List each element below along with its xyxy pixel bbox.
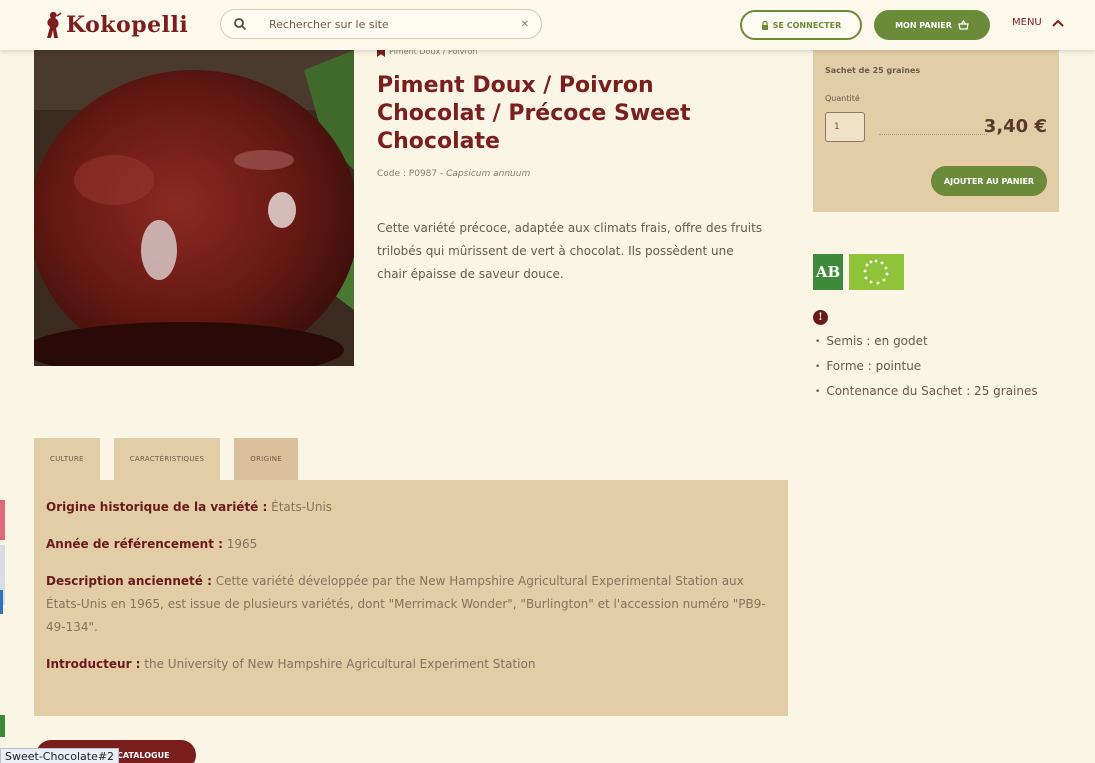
latin-name: Capsicum annuum bbox=[446, 169, 531, 179]
cart-button[interactable]: MON PANIER bbox=[874, 10, 990, 40]
tab-culture[interactable]: CULTURE bbox=[34, 438, 100, 480]
login-button-label: SE CONNECTER bbox=[772, 20, 842, 30]
eu-leaf-icon bbox=[863, 259, 889, 285]
logo[interactable]: Kokopelli bbox=[44, 8, 188, 42]
status-bar-url: Sweet-Chocolate#2 bbox=[0, 748, 120, 763]
quantity-input[interactable] bbox=[825, 112, 865, 142]
product-image[interactable] bbox=[34, 50, 354, 366]
origin-tab-panel: Origine historique de la variété : États… bbox=[34, 480, 788, 716]
tab-caracteristiques[interactable]: CARACTÉRISTIQUES bbox=[113, 438, 221, 480]
origin-row: Description ancienneté : Cette variété d… bbox=[46, 570, 776, 639]
lock-icon bbox=[761, 20, 768, 30]
basket-icon bbox=[958, 20, 969, 30]
product-tabs: CULTURE CARACTÉRISTIQUES ORIGINE bbox=[34, 438, 298, 480]
origin-label: Introducteur : bbox=[46, 657, 141, 671]
add-to-cart-button[interactable]: AJOUTER AU PANIER bbox=[931, 166, 1047, 196]
product-title: Piment Doux / Poivron Chocolat / Précoce… bbox=[377, 73, 691, 154]
search-input[interactable] bbox=[269, 17, 515, 31]
origin-label: Origine historique de la variété : bbox=[46, 500, 268, 514]
left-edge-strip bbox=[0, 500, 5, 540]
close-icon[interactable]: ✕ bbox=[521, 19, 529, 30]
info-icon: ! bbox=[813, 310, 828, 325]
price-leader bbox=[879, 134, 987, 135]
tab-origine[interactable]: ORIGINE bbox=[234, 438, 298, 480]
certification-badges: AB bbox=[813, 254, 904, 290]
cart-button-label: MON PANIER bbox=[895, 20, 952, 30]
kokopelli-logo-icon bbox=[47, 12, 62, 38]
search-icon bbox=[234, 18, 247, 31]
product-description: Cette variété précoce, adaptée aux clima… bbox=[377, 221, 763, 281]
origin-label: Description ancienneté : bbox=[46, 574, 212, 588]
left-edge-strip bbox=[0, 590, 3, 614]
product-code-line: Code : P0987 - Capsicum annuum bbox=[377, 169, 531, 179]
list-item: Semis : en godet bbox=[815, 330, 1038, 355]
search-bar[interactable]: ✕ bbox=[220, 9, 542, 39]
product-code: Code : P0987 bbox=[377, 169, 438, 179]
logo-text: Kokopelli bbox=[66, 12, 189, 38]
origin-label: Année de référencement : bbox=[46, 537, 223, 551]
login-button[interactable]: SE CONNECTER bbox=[740, 10, 862, 40]
ab-organic-logo: AB bbox=[813, 254, 843, 290]
origin-row: Introducteur : the University of New Ham… bbox=[46, 653, 776, 676]
feature-list: Semis : en godet Forme : pointue Contena… bbox=[815, 330, 1038, 405]
list-item: Contenance du Sachet : 25 graines bbox=[815, 380, 1037, 405]
left-edge-strip bbox=[0, 715, 5, 737]
menu-button[interactable]: MENU bbox=[1012, 17, 1064, 28]
origin-value: the University of New Hampshire Agricult… bbox=[144, 657, 536, 671]
list-item: Forme : pointue bbox=[815, 355, 1038, 380]
price: 3,40 € bbox=[983, 116, 1047, 137]
eu-organic-logo bbox=[849, 254, 904, 290]
origin-row: Année de référencement : 1965 bbox=[46, 533, 776, 556]
origin-value: États-Unis bbox=[271, 500, 333, 514]
chevron-up-icon bbox=[1052, 19, 1064, 27]
site-header: Kokopelli ✕ SE CONNECTER MON PANIER MENU bbox=[0, 0, 1095, 50]
add-to-cart-panel: Sachet de 25 graines Quantité 3,40 € AJO… bbox=[813, 50, 1059, 212]
pepper-photo bbox=[34, 50, 354, 366]
quantity-label: Quantité bbox=[825, 94, 860, 103]
origin-row: Origine historique de la variété : États… bbox=[46, 496, 776, 519]
ab-label: AB bbox=[815, 263, 841, 281]
origin-value: 1965 bbox=[226, 537, 258, 551]
menu-label: MENU bbox=[1012, 17, 1042, 28]
sachet-label: Sachet de 25 graines bbox=[825, 66, 921, 75]
